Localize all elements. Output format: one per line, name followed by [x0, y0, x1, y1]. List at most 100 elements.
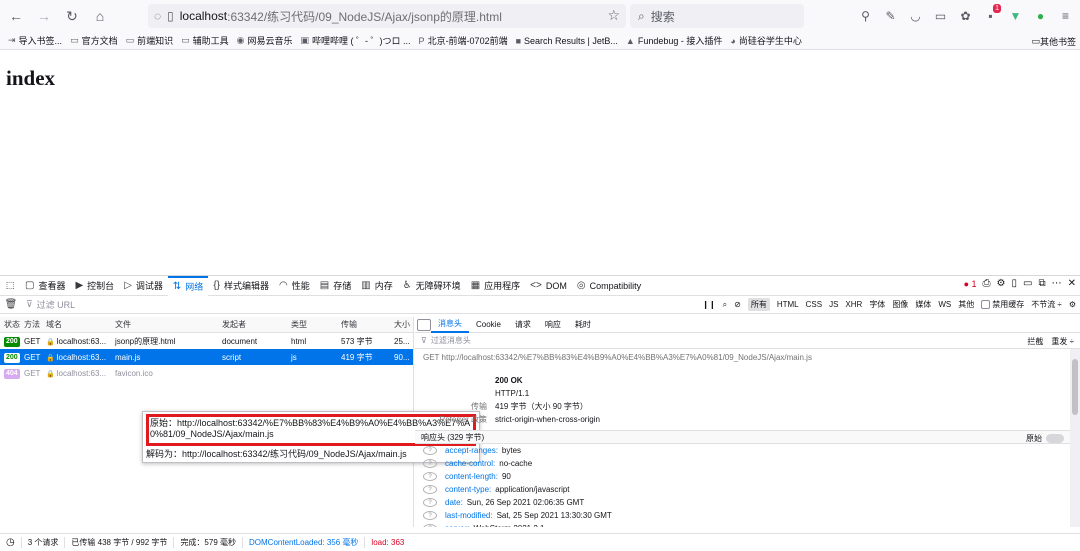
grammar-icon[interactable]: ●	[1032, 4, 1049, 28]
help-icon[interactable]: ?	[423, 524, 437, 527]
filter-type-9[interactable]: 其他	[958, 299, 974, 310]
detail-tab-3[interactable]: 响应	[538, 317, 568, 333]
toggle-sidebar-icon[interactable]	[417, 318, 431, 331]
resend-button[interactable]: 重发 ÷	[1051, 336, 1074, 347]
error-count[interactable]: ● 1	[964, 279, 977, 289]
shield-icon[interactable]: ◌	[154, 9, 161, 23]
column-header[interactable]: 类型	[287, 319, 337, 330]
tab-accessibility[interactable]: ♿ 无障碍环境	[398, 276, 466, 296]
trash-icon[interactable]: 🗑	[0, 299, 22, 310]
tab-console[interactable]: ▶ 控制台	[70, 276, 119, 296]
tab-debugger[interactable]: ▷ 调试器	[119, 276, 168, 296]
detail-tab-0[interactable]: 消息头	[431, 317, 469, 333]
tab-dom[interactable]: <> DOM	[525, 276, 572, 296]
throttle-select[interactable]: 不节流 ÷	[1031, 299, 1062, 310]
request-line[interactable]: GET http://localhost:63342/%E7%BB%83%E4%…	[415, 349, 1080, 366]
response-headers-section[interactable]: 响应头 (329 字节) 原始	[415, 430, 1080, 444]
reader-icon[interactable]: ▭	[932, 4, 949, 28]
checkbox-box[interactable]	[981, 300, 991, 309]
tab-memory[interactable]: ▥ 内存	[356, 276, 397, 296]
detail-tab-2[interactable]: 请求	[508, 317, 538, 333]
filter-type-6[interactable]: 图像	[892, 299, 908, 310]
details-scrollbar[interactable]	[1070, 349, 1080, 527]
table-row[interactable]: 404 GET 🔒 localhost:63... favicon.ico	[0, 365, 413, 381]
scrollbar-thumb[interactable]	[1072, 359, 1078, 415]
raw-toggle[interactable]: 原始	[1026, 433, 1064, 444]
help-icon[interactable]: ?	[423, 446, 437, 455]
column-header[interactable]: 大小	[390, 319, 412, 330]
bookmark-item[interactable]: ▣ 哔哩哔哩 ( ゜- ゜)つロ ...	[301, 34, 411, 47]
detail-tab-4[interactable]: 耗时	[568, 317, 598, 333]
disable-cache-checkbox[interactable]: 禁用缓存	[981, 299, 1024, 310]
tab-inspector[interactable]: ▢ 查看器	[20, 276, 70, 296]
responsive-icon[interactable]: ▯	[1012, 278, 1018, 289]
screenshot-icon[interactable]: ⎙	[983, 278, 991, 289]
bookmark-item[interactable]: ◕ 尚硅谷学生中心	[730, 34, 801, 47]
forward-icon[interactable]: →	[32, 4, 56, 28]
filter-type-0[interactable]: 所有	[747, 298, 770, 311]
other-bookmarks[interactable]: ▭ 其他书签	[1031, 35, 1076, 48]
more-icon[interactable]: ⋯	[1052, 278, 1062, 289]
help-icon[interactable]: ?	[423, 459, 437, 468]
filter-type-7[interactable]: 媒体	[915, 299, 931, 310]
column-header[interactable]: 域名	[42, 319, 111, 330]
vue-devtools-icon[interactable]: ▼	[1007, 4, 1024, 28]
tab-style-editor[interactable]: {} 样式编辑器	[208, 276, 274, 296]
close-icon[interactable]: ✕	[1068, 278, 1076, 289]
column-header[interactable]: 状态	[0, 319, 20, 330]
popout-icon[interactable]: ⧉	[1038, 278, 1045, 289]
help-icon[interactable]: ?	[423, 498, 437, 507]
search-icon[interactable]: ⌕	[723, 300, 727, 310]
help-icon[interactable]: ?	[423, 472, 437, 481]
help-icon[interactable]: ?	[423, 485, 437, 494]
bookmark-star-icon[interactable]: ☆	[607, 7, 620, 24]
addon-badge-icon[interactable]: ▪ 1	[982, 4, 1001, 28]
column-header[interactable]: 发起者	[218, 319, 287, 330]
page-icon[interactable]: ▯	[167, 9, 174, 23]
tab-compatibility[interactable]: ◎ Compatibility	[572, 276, 646, 296]
filter-type-2[interactable]: CSS	[806, 300, 822, 309]
dock-icon[interactable]: ▭	[1023, 278, 1032, 289]
table-row[interactable]: 200 GET 🔒 localhost:63... main.js script js 419…	[0, 349, 413, 365]
detail-tab-1[interactable]: Cookie	[469, 317, 508, 333]
bookmark-item[interactable]: P 北京-前端-0702前端	[419, 34, 508, 47]
menu-icon[interactable]: ≡	[1057, 4, 1074, 28]
bookmark-item[interactable]: ▭ 前端知识	[126, 34, 174, 47]
filter-url-input[interactable]: ⊽ 过滤 URL	[26, 298, 75, 311]
column-header[interactable]: 方法	[20, 319, 42, 330]
addon-icon[interactable]: ✿	[957, 4, 974, 28]
back-icon[interactable]: ←	[4, 4, 28, 28]
pick-element-icon[interactable]: ⬚	[0, 276, 20, 296]
tab-application[interactable]: ▦ 应用程序	[466, 276, 525, 296]
block-button[interactable]: 拦截	[1027, 336, 1043, 347]
reload-icon[interactable]: ↻	[60, 4, 84, 28]
table-row[interactable]: 200 GET 🔒 localhost:63... jsonp的原理.html docum…	[0, 333, 413, 349]
bookmark-item[interactable]: ▲ Fundebug - 接入插件	[626, 34, 722, 47]
bookmark-item[interactable]: ▭ 官方文档	[70, 34, 118, 47]
home-icon[interactable]: ⌂	[88, 4, 112, 28]
url-bar[interactable]: ◌ ▯ localhost :63342/练习代码/09_NodeJS/Ajax…	[148, 4, 626, 28]
tab-network[interactable]: ⇅ 网络	[167, 275, 209, 296]
filter-type-1[interactable]: HTML	[777, 300, 799, 309]
filter-type-4[interactable]: XHR	[845, 300, 862, 309]
help-icon[interactable]: ?	[423, 511, 437, 520]
block-icon[interactable]: ⊘	[734, 300, 741, 309]
pause-icon[interactable]: ❙❙	[702, 300, 715, 309]
headers-filter[interactable]: ⊽ 过滤消息头 拦截 重发 ÷	[415, 333, 1080, 349]
filter-type-3[interactable]: JS	[829, 300, 838, 309]
filter-type-5[interactable]: 字体	[869, 299, 885, 310]
pocket-icon[interactable]: ◡	[907, 4, 924, 28]
bookmark-item[interactable]: ▭ 辅助工具	[181, 34, 229, 47]
wrench-icon[interactable]: ✎	[882, 4, 899, 28]
column-header[interactable]: 传输	[337, 319, 390, 330]
search-input[interactable]: ⌕ 搜索	[630, 4, 804, 28]
raw-switch[interactable]	[1046, 434, 1064, 443]
tab-storage[interactable]: ▤ 存储	[315, 276, 356, 296]
bookmark-item[interactable]: ■ Search Results | JetB...	[516, 36, 618, 46]
tab-performance[interactable]: ◠ 性能	[274, 276, 315, 296]
column-header[interactable]: 文件	[111, 319, 218, 330]
filter-type-8[interactable]: WS	[938, 300, 951, 309]
settings-icon[interactable]: ⚙	[1069, 300, 1076, 309]
settings-icon[interactable]: ⚙	[997, 278, 1006, 289]
bookmark-item[interactable]: ⇥ 导入书签...	[8, 34, 62, 47]
